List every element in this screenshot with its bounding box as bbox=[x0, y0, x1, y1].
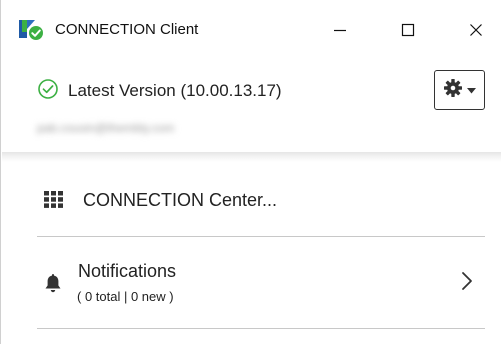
close-icon bbox=[470, 24, 482, 36]
minimize-icon bbox=[334, 29, 346, 32]
notifications-label: Notifications bbox=[78, 261, 177, 281]
connection-client-window: CONNECTION Client Latest Version (10.00.… bbox=[0, 0, 501, 344]
maximize-button[interactable] bbox=[385, 10, 431, 50]
gear-icon bbox=[443, 78, 463, 103]
version-status: Latest Version (10.00.13.17) bbox=[37, 78, 282, 105]
close-button[interactable] bbox=[453, 10, 499, 50]
connection-center-label: CONNECTION Center... bbox=[83, 190, 278, 210]
grid-icon bbox=[44, 191, 63, 213]
notifications-counts: ( 0 total | 0 new ) bbox=[77, 289, 174, 304]
notifications-row[interactable] bbox=[2, 236, 501, 328]
header-divider bbox=[2, 152, 501, 162]
row-divider bbox=[37, 328, 485, 329]
title-bar[interactable]: CONNECTION Client bbox=[1, 0, 501, 58]
chevron-right-icon[interactable] bbox=[461, 271, 473, 296]
bell-icon bbox=[44, 274, 62, 299]
window-title: CONNECTION Client bbox=[55, 21, 199, 38]
check-circle-icon bbox=[37, 78, 59, 105]
user-email: pab.cousin@thembly.com bbox=[37, 121, 175, 135]
minimize-button[interactable] bbox=[317, 10, 363, 50]
settings-menu-button[interactable] bbox=[434, 70, 485, 110]
maximize-icon bbox=[401, 23, 415, 37]
version-status-text: Latest Version (10.00.13.17) bbox=[68, 81, 282, 100]
caret-down-icon bbox=[467, 81, 476, 99]
connection-logo-icon bbox=[18, 19, 44, 41]
